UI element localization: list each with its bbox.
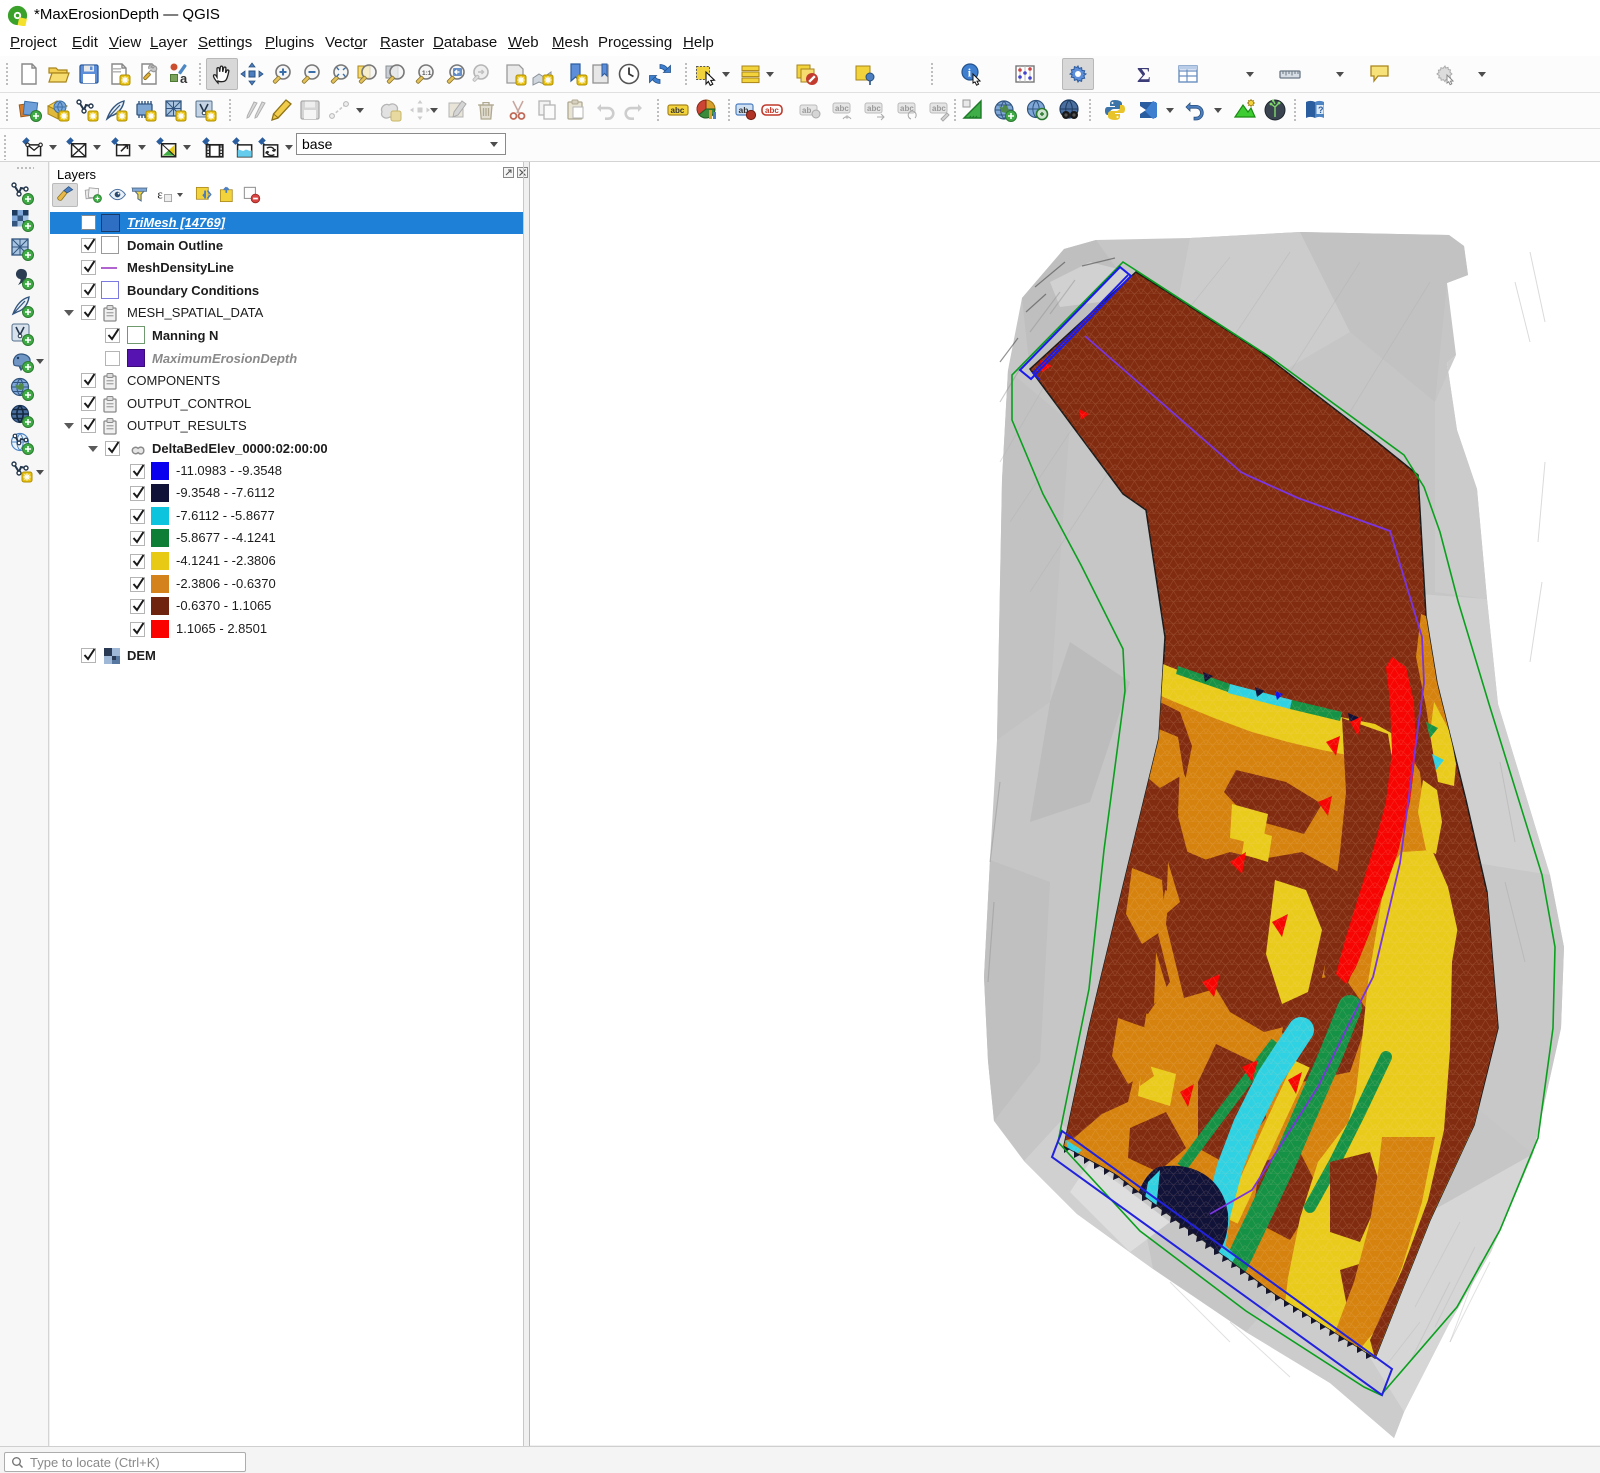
svg-text:Σ: Σ <box>1137 63 1151 86</box>
svg-text:1:1: 1:1 <box>422 70 432 77</box>
svg-text:ab: ab <box>802 106 811 115</box>
svg-text:?: ? <box>1318 105 1324 115</box>
svg-text:abc: abc <box>765 106 779 115</box>
svg-text:abc: abc <box>835 104 849 113</box>
svg-text:abc: abc <box>671 106 685 115</box>
svg-text:ε: ε <box>157 187 162 201</box>
svg-text:abc: abc <box>932 104 946 113</box>
svg-text:abc: abc <box>867 104 881 113</box>
